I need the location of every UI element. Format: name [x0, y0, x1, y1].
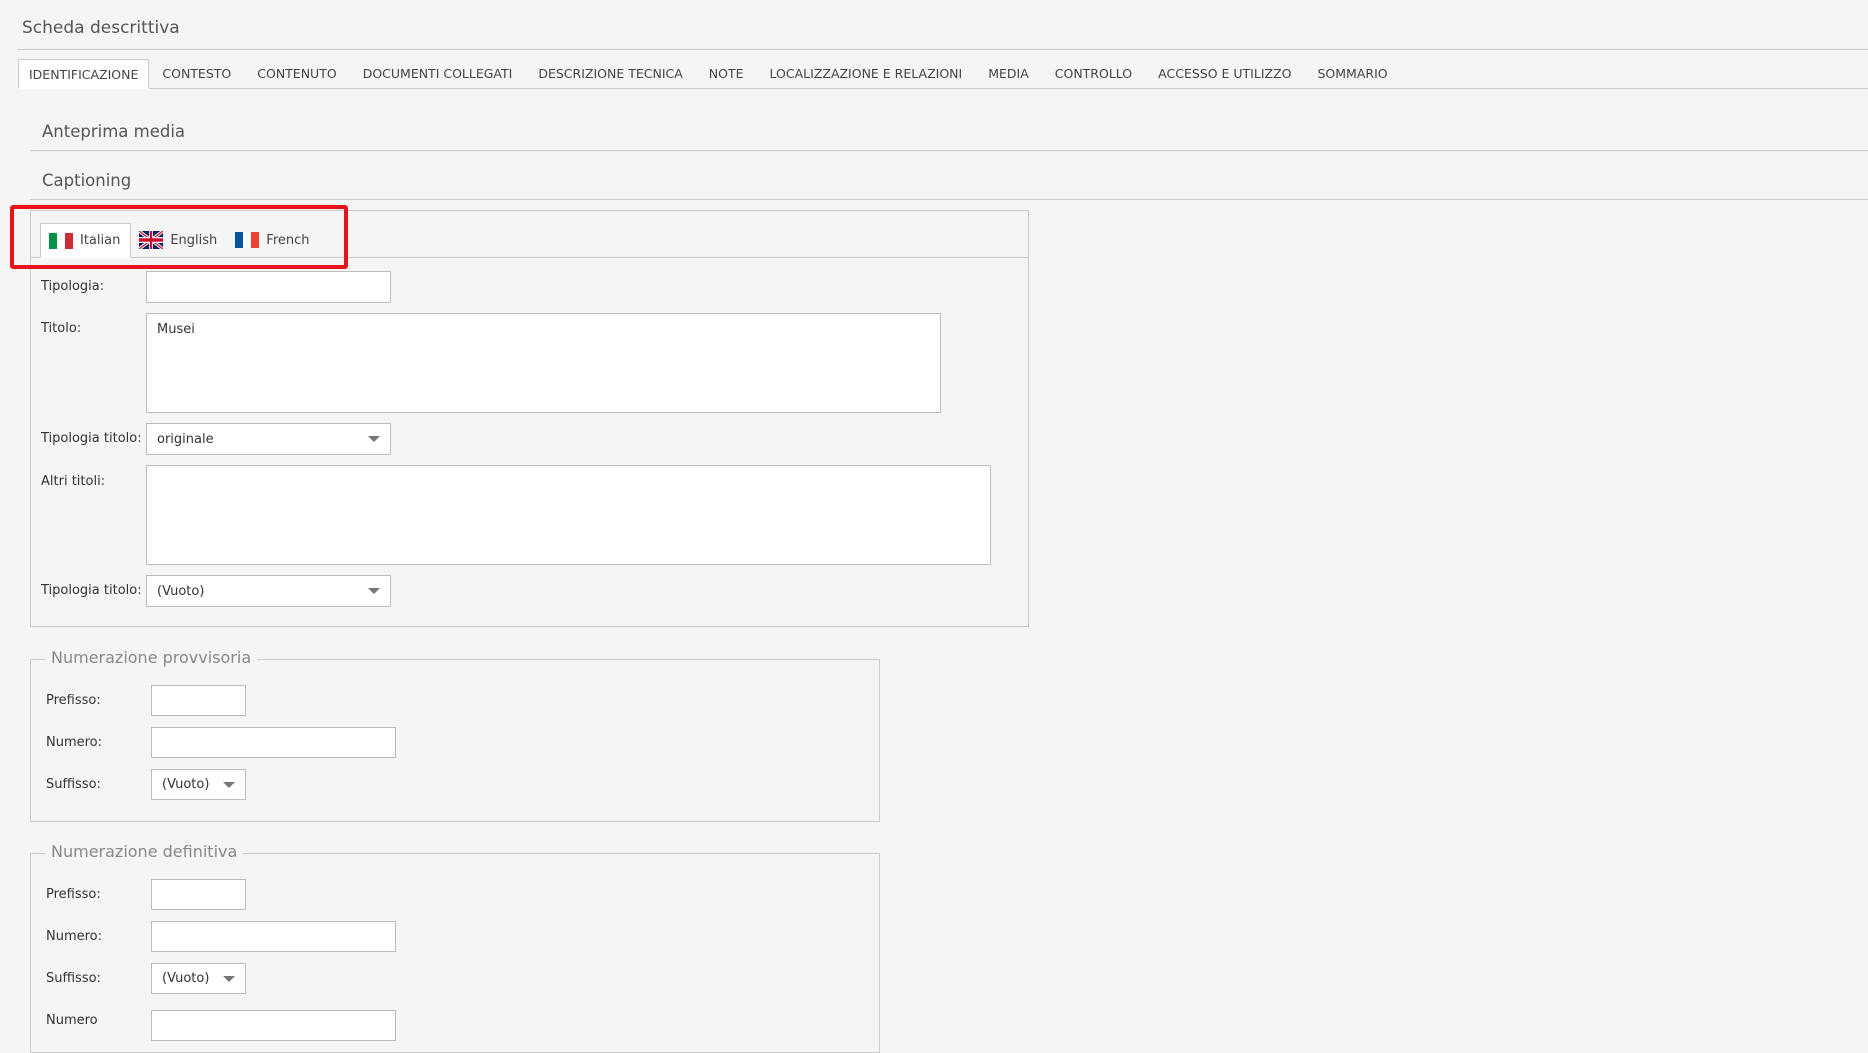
language-tab-english[interactable]: English	[131, 223, 227, 257]
titolo-label: Titolo:	[41, 321, 82, 336]
tipologia-titolo-2-label: Tipologia titolo:	[41, 583, 142, 598]
tipologia-titolo-2-select[interactable]: (Vuoto)	[146, 575, 391, 607]
section-captioning[interactable]: Captioning	[30, 165, 1868, 200]
section-media-preview-title: Anteprima media	[42, 122, 186, 141]
def-partial-input[interactable]	[151, 1010, 396, 1041]
chevron-down-icon	[368, 436, 380, 442]
def-partial-label: Numero	[46, 1013, 98, 1028]
tipologia-titolo-2-value: (Vuoto)	[157, 583, 205, 599]
numerazione-definitiva-legend: Numerazione definitiva	[45, 842, 244, 861]
def-prefisso-label: Prefisso:	[46, 887, 101, 902]
language-tab-label: English	[170, 232, 218, 248]
tipologia-input[interactable]	[146, 271, 391, 303]
italy-flag-icon	[49, 232, 73, 249]
france-flag-icon	[235, 232, 260, 248]
tab-accesso-e-utilizzo[interactable]: ACCESSO E UTILIZZO	[1145, 59, 1304, 88]
language-tab-label: French	[266, 232, 310, 248]
prov-prefisso-input[interactable]	[151, 685, 246, 716]
language-tab-label: Italian	[80, 233, 121, 248]
main-tab-bar: IDENTIFICAZIONE CONTESTO CONTENUTO DOCUM…	[18, 58, 1868, 89]
tipologia-titolo-label: Tipologia titolo:	[41, 431, 142, 446]
prov-suffisso-label: Suffisso:	[46, 777, 101, 792]
uk-flag-icon	[139, 231, 164, 249]
title-divider	[18, 49, 1868, 50]
altri-titoli-textarea[interactable]	[146, 465, 991, 565]
tab-descrizione-tecnica[interactable]: DESCRIZIONE TECNICA	[525, 59, 695, 88]
tab-documenti-collegati[interactable]: DOCUMENTI COLLEGATI	[350, 59, 526, 88]
prov-numero-label: Numero:	[46, 735, 103, 750]
chevron-down-icon	[223, 781, 235, 788]
tipologia-titolo-select[interactable]: originale	[146, 423, 391, 455]
tab-sommario[interactable]: SOMMARIO	[1304, 59, 1400, 88]
tab-contenuto[interactable]: CONTENUTO	[244, 59, 349, 88]
def-suffisso-label: Suffisso:	[46, 971, 101, 986]
prov-suffisso-value: (Vuoto)	[162, 777, 210, 792]
tab-media[interactable]: MEDIA	[975, 59, 1042, 88]
page-title: Scheda descrittiva	[22, 18, 180, 38]
numerazione-provvisoria-legend: Numerazione provvisoria	[45, 648, 258, 667]
tab-controllo[interactable]: CONTROLLO	[1042, 59, 1145, 88]
chevron-down-icon	[223, 975, 235, 982]
language-tab-bar: Italian English French	[31, 211, 1028, 258]
tab-identificazione[interactable]: IDENTIFICAZIONE	[18, 59, 150, 89]
tab-contesto[interactable]: CONTESTO	[149, 59, 244, 88]
prov-numero-input[interactable]	[151, 727, 396, 758]
altri-titoli-label: Altri titoli:	[41, 474, 106, 489]
prov-prefisso-label: Prefisso:	[46, 693, 101, 708]
language-tab-french[interactable]: French	[227, 223, 319, 257]
def-numero-label: Numero:	[46, 929, 103, 944]
tab-localizzazione-e-relazioni[interactable]: LOCALIZZAZIONE E RELAZIONI	[757, 59, 976, 88]
section-media-preview[interactable]: Anteprima media	[30, 116, 1868, 151]
tab-note[interactable]: NOTE	[696, 59, 757, 88]
def-prefisso-input[interactable]	[151, 879, 246, 910]
prov-suffisso-select[interactable]: (Vuoto)	[151, 769, 246, 800]
chevron-down-icon	[368, 588, 380, 594]
section-captioning-title: Captioning	[42, 171, 132, 190]
tipologia-titolo-value: originale	[157, 431, 214, 447]
def-suffisso-select[interactable]: (Vuoto)	[151, 963, 246, 994]
def-suffisso-value: (Vuoto)	[162, 971, 210, 986]
titolo-textarea[interactable]: Musei	[146, 313, 941, 413]
def-numero-input[interactable]	[151, 921, 396, 952]
language-tab-italian[interactable]: Italian	[40, 223, 132, 258]
tipologia-label: Tipologia:	[41, 279, 105, 294]
